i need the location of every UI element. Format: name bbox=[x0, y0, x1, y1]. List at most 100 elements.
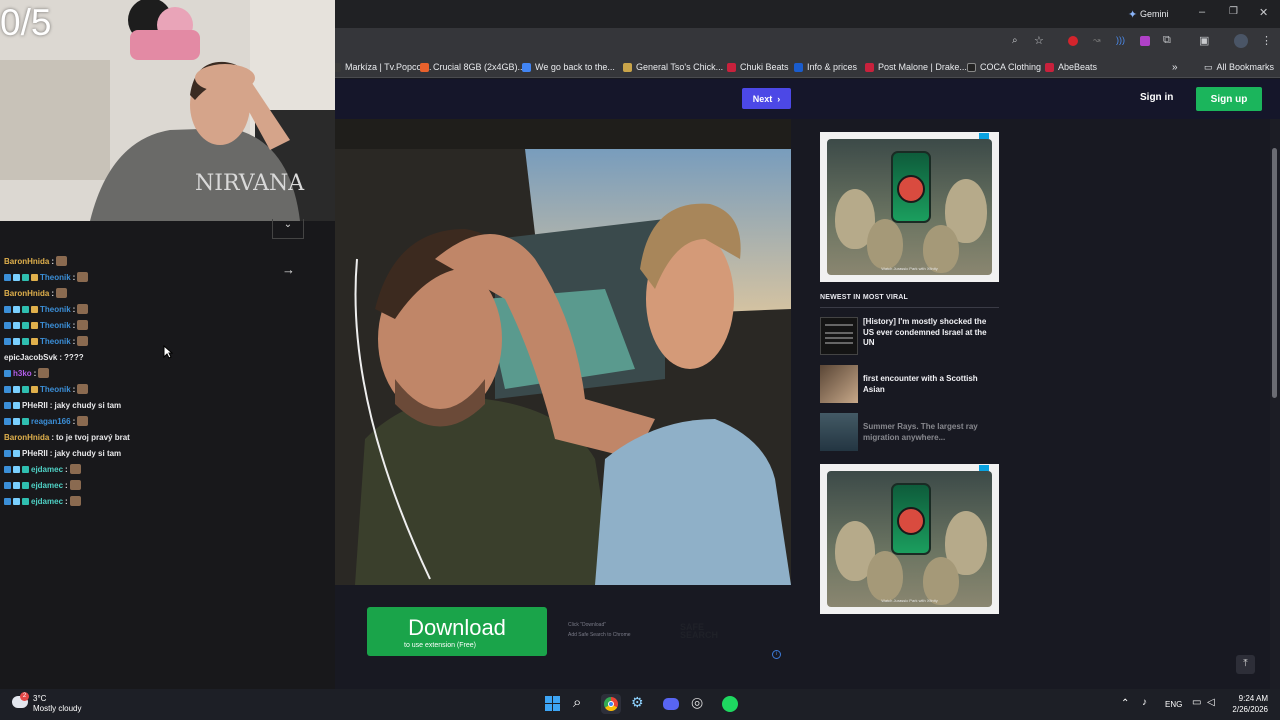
chat-emote-icon bbox=[77, 336, 89, 346]
app-icon[interactable]: ◎ bbox=[691, 694, 711, 714]
chat-username[interactable]: ejdamec bbox=[31, 481, 63, 490]
network-icon[interactable]: ▭ bbox=[1192, 697, 1201, 708]
chat-username[interactable]: Theonik bbox=[40, 337, 71, 346]
viral-title[interactable]: Summer Rays. The largest ray migration a… bbox=[863, 422, 999, 443]
signin-button[interactable]: Sign in bbox=[1140, 92, 1173, 103]
arrow-right-icon[interactable]: → bbox=[282, 262, 295, 277]
weather-temp[interactable]: 3°C bbox=[33, 694, 46, 703]
microphone-icon[interactable]: ♪ bbox=[1142, 697, 1147, 708]
chat-badge-icon bbox=[22, 497, 29, 505]
viral-item[interactable]: Summer Rays. The largest ray migration a… bbox=[820, 413, 999, 453]
viral-title[interactable]: [History] I'm mostly shocked the US ever… bbox=[863, 317, 999, 349]
bookmark-item[interactable]: Info & prices bbox=[794, 60, 857, 74]
chat-separator: : bbox=[65, 480, 68, 490]
star-icon[interactable]: ☆ bbox=[1034, 34, 1044, 47]
chat-username[interactable]: PHeRII bbox=[22, 449, 48, 458]
chat-badge-icon bbox=[13, 385, 20, 393]
chrome-icon[interactable] bbox=[601, 694, 621, 714]
tray-chevron-icon[interactable]: ⌃ bbox=[1121, 698, 1129, 709]
extension-icon[interactable]: ↝ bbox=[1093, 35, 1101, 46]
viral-item[interactable]: first encounter with a Scottish Asian bbox=[820, 365, 999, 405]
extensions-puzzle-icon[interactable]: ⧉ bbox=[1163, 34, 1171, 47]
spotify-icon[interactable] bbox=[720, 694, 740, 714]
ad-banner[interactable]: Watch Jurassic Park with Xfinity bbox=[820, 464, 999, 614]
chat-username[interactable]: epicJacobSvk bbox=[4, 353, 57, 362]
chat-username[interactable]: Theonik bbox=[40, 385, 71, 394]
more-bookmarks-icon[interactable]: » bbox=[1172, 60, 1178, 74]
chat-emote-icon bbox=[69, 480, 81, 490]
chat-username[interactable]: ejdamec bbox=[31, 497, 63, 506]
gemini-button[interactable]: Gemini bbox=[1140, 9, 1169, 19]
chat-username[interactable]: PHeRII bbox=[22, 401, 48, 410]
bookmark-item[interactable]: Chuki Beats bbox=[727, 60, 789, 74]
chat-badge-icon bbox=[13, 401, 20, 409]
extension-icon[interactable] bbox=[1140, 36, 1150, 46]
chat-separator: : bbox=[51, 432, 55, 442]
all-bookmarks[interactable]: ▭ All Bookmarks bbox=[1204, 60, 1274, 74]
chat-emote-icon bbox=[69, 464, 81, 474]
viral-thumbnail[interactable] bbox=[820, 413, 858, 451]
profile-avatar[interactable] bbox=[1234, 34, 1248, 48]
viral-thumbnail[interactable] bbox=[820, 365, 858, 403]
signup-button[interactable]: Sign up bbox=[1196, 87, 1262, 111]
extension-icon[interactable]: ))) bbox=[1116, 35, 1125, 45]
viral-thumbnail[interactable] bbox=[820, 317, 858, 355]
chat-username[interactable]: reagan166 bbox=[31, 417, 71, 426]
bookmark-favicon bbox=[967, 62, 976, 72]
chat-username[interactable]: BaronHnida bbox=[4, 257, 49, 266]
chat-username[interactable]: ejdamec bbox=[31, 465, 63, 474]
chat-username[interactable]: BaronHnida bbox=[4, 289, 49, 298]
language-indicator[interactable]: ENG bbox=[1165, 700, 1182, 709]
bookmark-item[interactable]: Markíza | Tv.Popcor... bbox=[332, 60, 432, 74]
bookmark-item[interactable]: Crucial 8GB (2x4GB)... bbox=[420, 60, 525, 74]
chat-badge-icon bbox=[13, 305, 20, 313]
bookmark-item[interactable]: COCA Clothing bbox=[967, 60, 1041, 74]
search-icon[interactable]: ⌕ bbox=[573, 694, 593, 714]
weather-desc[interactable]: Mostly cloudy bbox=[33, 704, 81, 713]
bookmark-item[interactable]: We go back to the... bbox=[522, 60, 615, 74]
chat-username[interactable]: Theonik bbox=[40, 321, 71, 330]
download-label: Download bbox=[408, 615, 506, 640]
chat-badge-icon bbox=[31, 385, 38, 393]
chat-username[interactable]: Theonik bbox=[40, 305, 71, 314]
main-post-image[interactable] bbox=[335, 119, 791, 585]
chat-message: Theonik : bbox=[4, 318, 89, 332]
close-icon[interactable]: ✕ bbox=[1259, 6, 1268, 19]
bookmark-item[interactable]: Post Malone | Drake... bbox=[865, 60, 967, 74]
clock-time[interactable]: 9:24 AM bbox=[1228, 694, 1268, 703]
minimize-icon[interactable]: – bbox=[1199, 6, 1205, 18]
extension-icon[interactable] bbox=[1068, 36, 1078, 46]
bookmark-item[interactable]: AbeBeats bbox=[1045, 60, 1097, 74]
side-panel-icon[interactable]: ▣ bbox=[1199, 34, 1209, 47]
gemini-icon[interactable]: ✦ bbox=[1128, 8, 1137, 21]
clock-date[interactable]: 2/26/2026 bbox=[1228, 705, 1268, 714]
chat-message: ejdamec : bbox=[4, 478, 81, 492]
chat-username[interactable]: Theonik bbox=[40, 273, 71, 282]
zoom-icon[interactable]: ⌕ bbox=[1012, 35, 1018, 46]
ad-banner[interactable]: Watch Jurassic Park with Xfinity bbox=[820, 132, 999, 282]
chat-badge-icon bbox=[22, 385, 29, 393]
scroll-to-top-button[interactable]: ⤒ bbox=[1236, 655, 1255, 674]
chat-separator: : bbox=[33, 368, 37, 378]
chat-message: PHeRII : jaky chudy si tam bbox=[4, 446, 121, 460]
menu-kebab-icon[interactable]: ⋮ bbox=[1261, 34, 1272, 47]
scrollbar-thumb[interactable] bbox=[1272, 148, 1277, 398]
chat-badge-icon bbox=[4, 385, 11, 393]
info-icon[interactable]: i bbox=[772, 650, 781, 659]
viral-title[interactable]: first encounter with a Scottish Asian bbox=[863, 374, 999, 395]
windows-start-icon[interactable] bbox=[543, 694, 563, 714]
svg-text:NIRVANA: NIRVANA bbox=[195, 171, 305, 196]
steam-icon[interactable]: ⚙ bbox=[631, 694, 651, 714]
discord-icon[interactable] bbox=[661, 694, 681, 714]
next-label: Next bbox=[752, 93, 773, 104]
chat-username[interactable]: BaronHnida bbox=[4, 433, 49, 442]
chat-badge-icon bbox=[31, 273, 38, 281]
bookmark-item[interactable]: General Tso's Chick... bbox=[623, 60, 723, 74]
download-button[interactable]: Download to use extension (Free) bbox=[367, 607, 547, 656]
volume-icon[interactable]: ◁ bbox=[1207, 697, 1215, 708]
chevron-down-icon[interactable]: ⌄ bbox=[272, 219, 304, 239]
restore-icon[interactable]: ❐ bbox=[1229, 6, 1238, 17]
chat-username[interactable]: h3ko bbox=[13, 369, 32, 378]
viral-item[interactable]: [History] I'm mostly shocked the US ever… bbox=[820, 317, 999, 357]
next-button[interactable]: Next › bbox=[742, 88, 791, 109]
